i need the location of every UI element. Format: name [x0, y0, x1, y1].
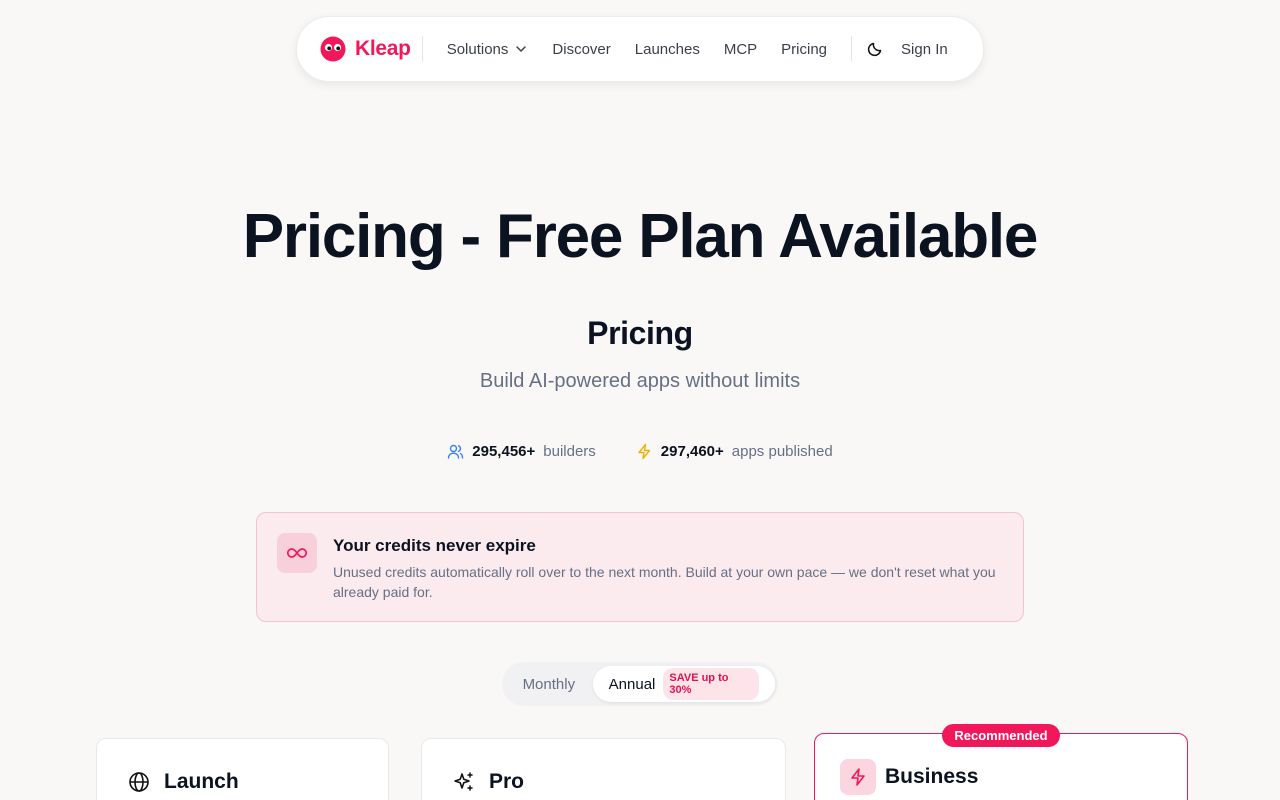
apps-label: apps published — [731, 443, 833, 460]
credits-banner: Your credits never expire Unused credits… — [256, 512, 1024, 622]
credits-icon-box — [277, 533, 317, 573]
plan-icon-box — [840, 759, 876, 795]
kleap-logo-icon — [320, 36, 346, 62]
nav-discover[interactable]: Discover — [552, 41, 610, 58]
stat-builders: 295,456+ builders — [447, 443, 596, 460]
stats-row: 295,456+ builders 297,460+ apps publishe… — [0, 443, 1280, 460]
credits-title: Your credits never expire — [333, 536, 536, 555]
plan-name: Launch — [164, 770, 239, 793]
brand-name: Kleap — [355, 37, 411, 60]
builders-count: 295,456+ — [472, 443, 536, 460]
sign-in-link[interactable]: Sign In — [901, 41, 948, 58]
section-title: Pricing — [587, 315, 693, 351]
nav-links: Solutions Discover Launches MCP Pricing — [447, 41, 827, 58]
credits-text: Unused credits automatically roll over t… — [333, 564, 996, 600]
nav-mcp[interactable]: MCP — [724, 41, 757, 58]
plan-name: Business — [885, 765, 979, 788]
sparkles-icon — [454, 772, 473, 791]
stat-apps: 297,460+ apps published — [636, 443, 833, 460]
nav-divider — [851, 36, 853, 62]
plan-header: Business — [840, 759, 978, 795]
nav-divider — [421, 36, 423, 62]
infinity-icon — [287, 548, 307, 558]
apps-count: 297,460+ — [660, 443, 724, 460]
plan-header: Pro — [453, 770, 524, 794]
chevron-down-icon — [516, 46, 527, 52]
credits-content: Your credits never expire Unused credits… — [333, 533, 1003, 621]
plan-card-pro: Pro — [421, 738, 786, 800]
lightning-icon — [638, 443, 650, 460]
lightning-icon — [851, 768, 865, 786]
nav-launches[interactable]: Launches — [635, 41, 700, 58]
recommended-badge: Recommended — [942, 724, 1060, 747]
nav-solutions[interactable]: Solutions — [447, 41, 529, 58]
save-badge: SAVE up to 30% — [663, 668, 759, 700]
nav-pricing[interactable]: Pricing — [781, 41, 827, 58]
theme-toggle-button[interactable] — [866, 40, 884, 58]
plan-header: Launch — [128, 770, 239, 794]
globe-icon — [129, 772, 149, 792]
moon-icon — [867, 42, 882, 57]
toggle-monthly[interactable]: Monthly — [505, 676, 593, 693]
plan-name: Pro — [489, 770, 525, 793]
tagline: Build AI-powered apps without limits — [479, 370, 801, 392]
plan-card-launch: Launch — [96, 738, 389, 800]
billing-toggle: Monthly Annual SAVE up to 30% — [502, 662, 778, 706]
top-navbar: Kleap Solutions Discover Launches MCP Pr… — [296, 16, 984, 82]
page-title: Pricing - Free Plan Available — [242, 202, 1039, 271]
brand-logo[interactable]: Kleap — [320, 36, 411, 62]
builders-label: builders — [543, 443, 596, 460]
toggle-annual[interactable]: Annual SAVE up to 30% — [592, 666, 775, 702]
toggle-annual-label: Annual — [608, 675, 656, 693]
nav-solutions-label: Solutions — [446, 40, 509, 58]
users-icon — [448, 444, 464, 459]
